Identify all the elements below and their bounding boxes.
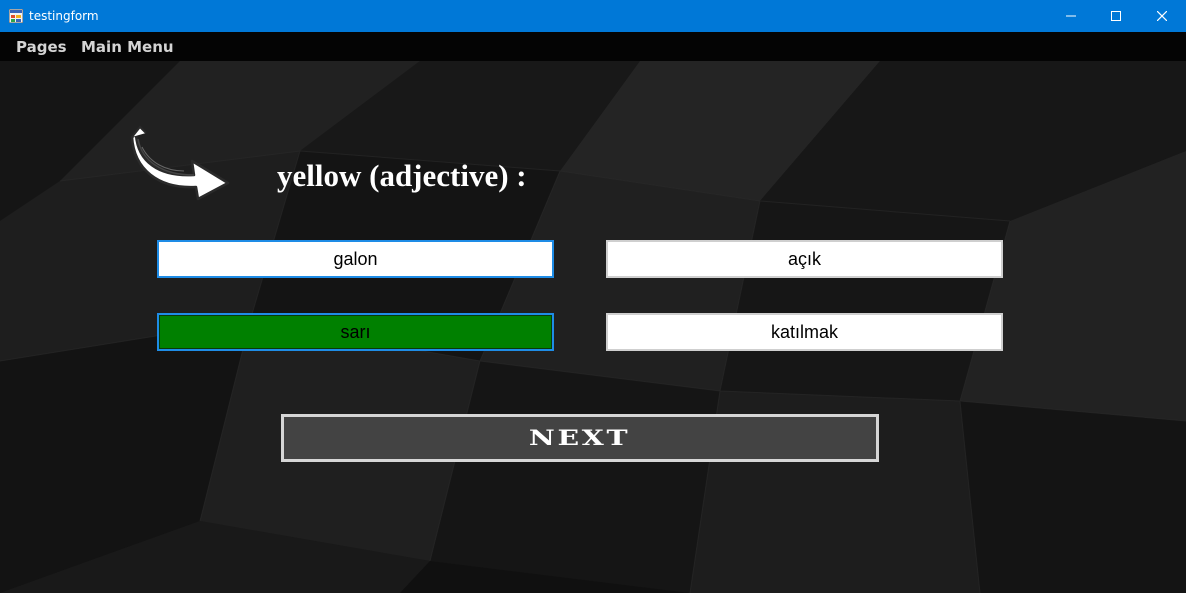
window-title: testingform bbox=[29, 9, 99, 23]
answer-button-3[interactable]: sarı bbox=[157, 313, 554, 351]
app-window: testingform Pages Main Menu yellow (adje… bbox=[0, 0, 1186, 593]
menu-item-main-menu[interactable]: Main Menu bbox=[81, 38, 174, 56]
question-text: yellow (adjective) : bbox=[277, 158, 527, 193]
maximize-icon bbox=[1111, 11, 1121, 21]
minimize-button[interactable] bbox=[1048, 0, 1094, 32]
app-icon bbox=[9, 9, 23, 23]
menu-item-pages[interactable]: Pages bbox=[16, 38, 67, 56]
answer-button-1[interactable]: galon bbox=[157, 240, 554, 278]
answer-button-2[interactable]: açık bbox=[606, 240, 1003, 278]
answer-button-4[interactable]: katılmak bbox=[606, 313, 1003, 351]
curved-arrow-icon bbox=[130, 125, 230, 201]
next-button[interactable]: NEXT bbox=[281, 414, 879, 462]
minimize-icon bbox=[1066, 15, 1076, 17]
quiz-panel: yellow (adjective) : galon açık sarı kat… bbox=[0, 61, 1186, 593]
maximize-button[interactable] bbox=[1093, 0, 1139, 32]
title-bar[interactable]: testingform bbox=[0, 0, 1186, 32]
menu-bar: Pages Main Menu bbox=[0, 32, 1186, 61]
close-icon bbox=[1157, 11, 1167, 21]
next-button-label: NEXT bbox=[529, 425, 631, 450]
close-button[interactable] bbox=[1139, 0, 1185, 32]
